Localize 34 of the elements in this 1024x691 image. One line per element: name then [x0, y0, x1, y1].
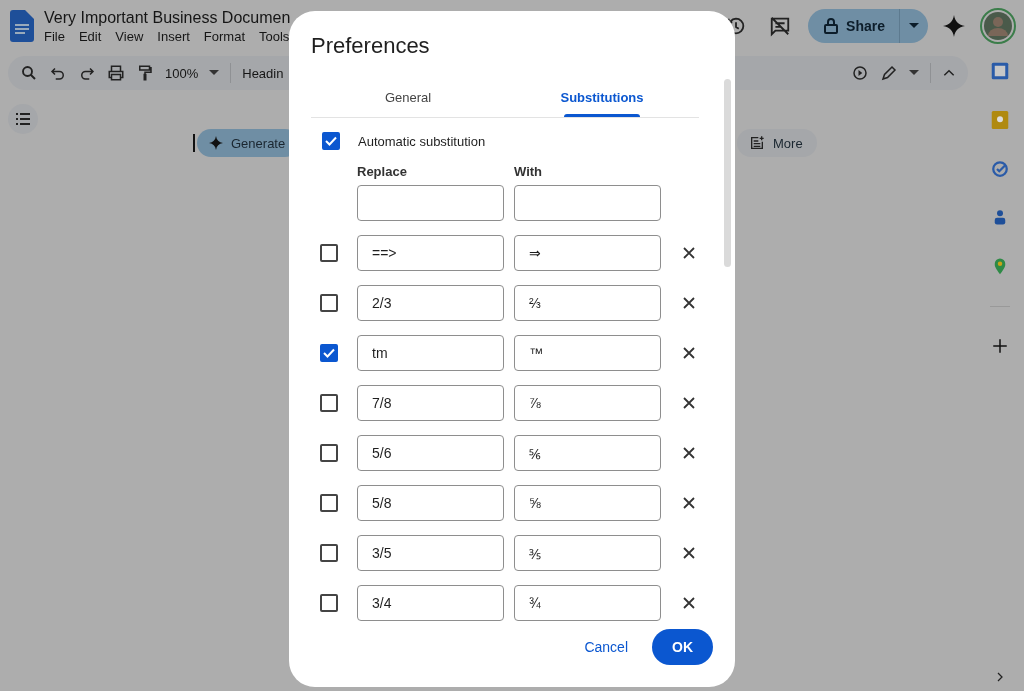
menu-item[interactable]: Tools [259, 28, 290, 44]
column-header: Replace [357, 164, 408, 179]
more-chip[interactable]: More [737, 129, 817, 157]
tab[interactable]: Substitutions [505, 77, 699, 117]
dialog-title: Preferences [311, 33, 431, 59]
ok-button[interactable]: OK [652, 629, 713, 665]
replace-field[interactable]: 3/4 [357, 585, 504, 621]
zoom-selector[interactable]: 100% [165, 65, 199, 81]
menu-item[interactable]: File [44, 28, 65, 44]
checkbox-label: Automatic substitution [358, 133, 486, 149]
with-field[interactable]: ⅗ [514, 535, 661, 571]
with-field[interactable]: ™ [514, 335, 661, 371]
menu-item[interactable]: Format [203, 28, 245, 44]
with-field[interactable]: ⇒ [514, 235, 661, 271]
with-field[interactable]: ⅞ [514, 385, 661, 421]
menu-item[interactable]: View [115, 28, 144, 44]
style-selector[interactable]: Headin [242, 65, 284, 81]
replace-field[interactable]: 2/3 [357, 285, 504, 321]
with-field[interactable]: ⅝ [514, 485, 661, 521]
menu-item[interactable]: Edit [78, 28, 102, 44]
replace-field[interactable]: tm [357, 335, 504, 371]
menu-item[interactable]: Insert [157, 28, 190, 44]
replace-field[interactable]: 5/6 [357, 435, 504, 471]
with-field[interactable]: ⅚ [514, 435, 661, 471]
replace-field[interactable]: 5/8 [357, 485, 504, 521]
replace-field[interactable]: 7/8 [357, 385, 504, 421]
cancel-button[interactable]: Cancel [576, 629, 636, 665]
document-title[interactable]: Very Important Business Documen [44, 8, 291, 27]
with-field[interactable]: ¾ [514, 585, 661, 621]
tab[interactable]: General [311, 77, 505, 117]
column-header: With [514, 164, 544, 179]
replace-field[interactable]: ==> [357, 235, 504, 271]
replace-field[interactable]: 3/5 [357, 535, 504, 571]
with-field[interactable]: ⅔ [514, 285, 661, 321]
